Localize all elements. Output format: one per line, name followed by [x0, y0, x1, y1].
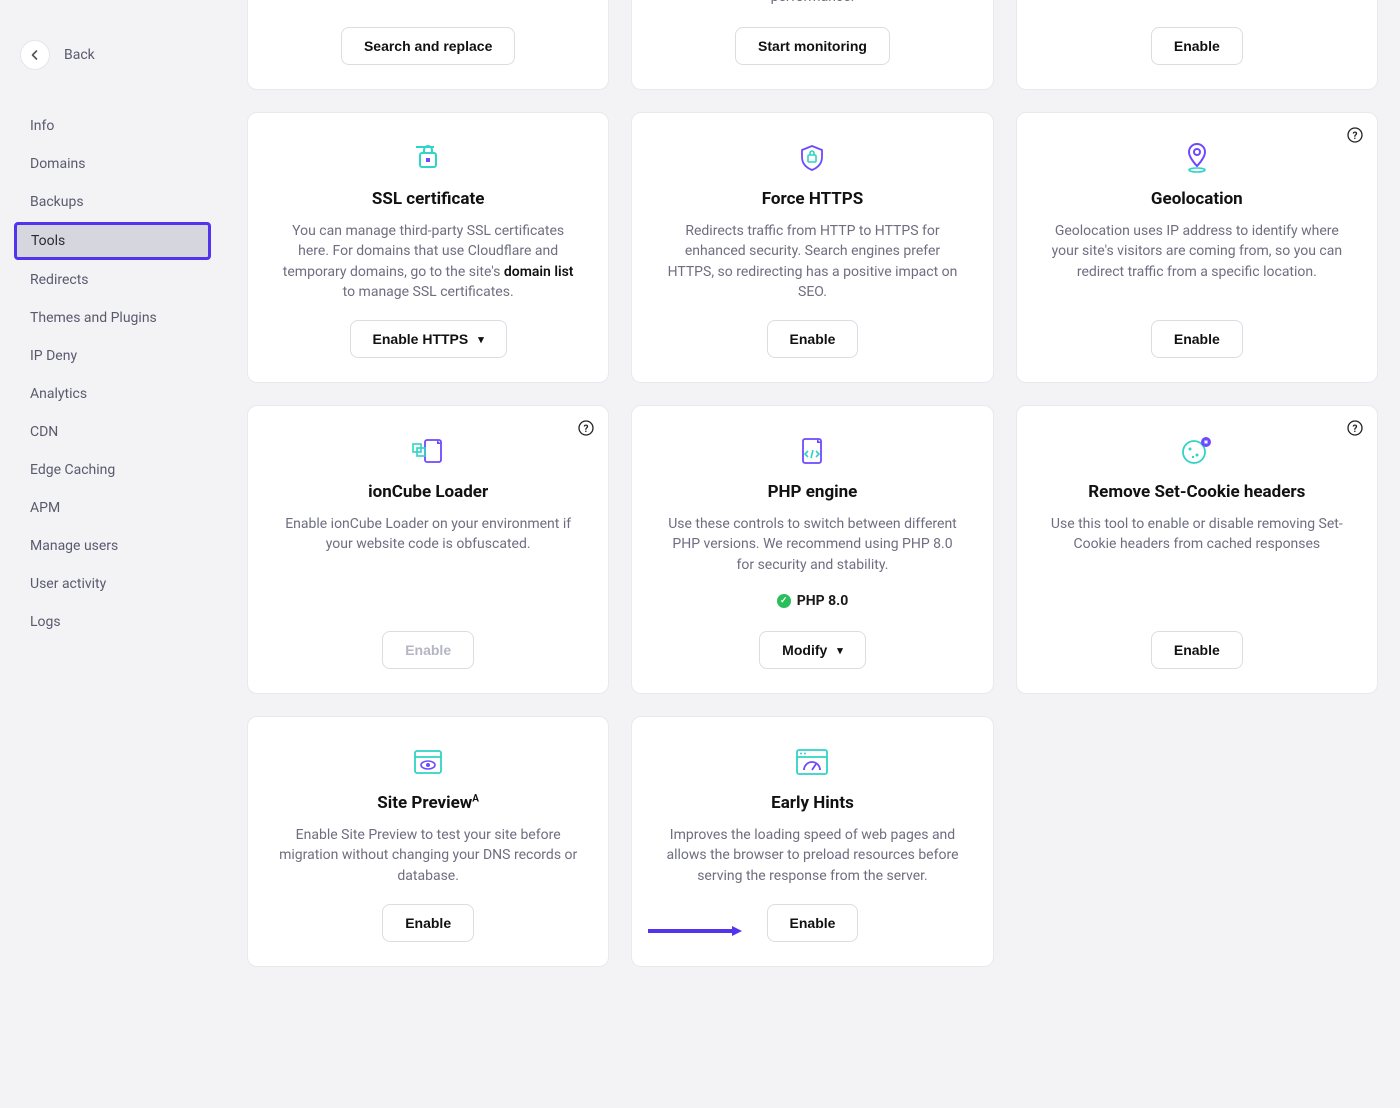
sidebar: Back Info Domains Backups Tools Redirect…	[0, 0, 225, 1108]
card-title: SSL certificate	[372, 189, 485, 209]
sidebar-item-logs[interactable]: Logs	[14, 604, 211, 640]
sidebar-item-user-activity[interactable]: User activity	[14, 566, 211, 602]
sidebar-item-apm[interactable]: APM	[14, 490, 211, 526]
chevron-down-icon: ▾	[478, 333, 484, 346]
enable-button[interactable]: Enable	[1151, 27, 1243, 65]
card-early-hints: Early Hints Improves the loading speed o…	[631, 716, 993, 967]
shield-lock-icon	[797, 141, 827, 175]
sidebar-item-edge-caching[interactable]: Edge Caching	[14, 452, 211, 488]
sidebar-item-cdn[interactable]: CDN	[14, 414, 211, 450]
cube-file-icon	[409, 434, 447, 468]
help-icon[interactable]: ?	[578, 420, 594, 436]
enable-button[interactable]: Enable	[1151, 631, 1243, 669]
card-desc: Redirects traffic from HTTP to HTTPS for…	[662, 221, 962, 302]
help-icon[interactable]: ?	[1347, 127, 1363, 143]
annotation-arrow-icon	[648, 926, 742, 934]
card-title: Remove Set-Cookie headers	[1088, 482, 1305, 502]
sidebar-item-analytics[interactable]: Analytics	[14, 376, 211, 412]
cookie-remove-icon	[1180, 434, 1214, 468]
card-title: Early Hints	[771, 793, 854, 813]
browser-eye-icon	[411, 745, 445, 779]
chevron-down-icon: ▾	[837, 644, 843, 657]
tools-grid: pain. Search and replace your website. U…	[247, 0, 1378, 967]
card-title: PHP engine	[768, 482, 858, 502]
card-desc: pain.	[413, 0, 443, 1]
enable-button[interactable]: Enable	[1151, 320, 1243, 358]
sidebar-item-tools[interactable]: Tools	[14, 222, 211, 260]
card-title: ionCube Loader	[368, 482, 488, 502]
svg-text:?: ?	[1353, 131, 1358, 142]
check-circle-icon: ✓	[777, 594, 791, 608]
sidebar-item-info[interactable]: Info	[14, 108, 211, 144]
sidebar-nav: Info Domains Backups Tools Redirects The…	[14, 108, 211, 640]
card-desc: Geolocation uses IP address to identify …	[1047, 221, 1347, 282]
card-search-replace: pain. Search and replace	[247, 0, 609, 90]
browser-speed-icon	[793, 745, 831, 779]
sidebar-item-manage-users[interactable]: Manage users	[14, 528, 211, 564]
card-desc: your website. Use with care as it impact…	[662, 0, 962, 8]
card-desc: Improves the loading speed of web pages …	[662, 825, 962, 886]
card-title: Site PreviewA	[377, 793, 479, 813]
svg-text:?: ?	[584, 424, 589, 435]
sidebar-item-backups[interactable]: Backups	[14, 184, 211, 220]
sidebar-item-themes-plugins[interactable]: Themes and Plugins	[14, 300, 211, 336]
enable-button[interactable]: Enable	[767, 320, 859, 358]
card-desc: Enable ionCube Loader on your environmen…	[278, 514, 578, 555]
domain-list-link[interactable]: domain list	[504, 264, 574, 280]
enable-button[interactable]: Enable	[382, 904, 474, 942]
card-desc: Use this tool to enable or disable remov…	[1047, 514, 1347, 555]
card-ioncube-loader: ? ionCube Loader Enable ionCube Loader o…	[247, 405, 609, 694]
card-desc: Enable Site Preview to test your site be…	[278, 825, 578, 886]
card-ssl-certificate: SSL certificate You can manage third-par…	[247, 112, 609, 383]
card-top-enable: Enable	[1016, 0, 1378, 90]
back-button[interactable]: Back	[14, 40, 211, 70]
php-status: ✓ PHP 8.0	[777, 593, 849, 609]
php-version-label: PHP 8.0	[797, 593, 849, 609]
lock-cert-icon	[410, 141, 446, 175]
map-pin-icon	[1182, 141, 1212, 175]
search-replace-button[interactable]: Search and replace	[341, 27, 515, 65]
enable-https-dropdown[interactable]: Enable HTTPS ▾	[350, 320, 507, 358]
enable-button[interactable]: Enable	[767, 904, 859, 942]
card-monitoring: your website. Use with care as it impact…	[631, 0, 993, 90]
modify-dropdown[interactable]: Modify ▾	[759, 631, 866, 669]
help-icon[interactable]: ?	[1347, 420, 1363, 436]
sidebar-item-ip-deny[interactable]: IP Deny	[14, 338, 211, 374]
arrow-left-icon	[20, 40, 50, 70]
card-geolocation: ? Geolocation Geolocation uses IP addres…	[1016, 112, 1378, 383]
enable-button: Enable	[382, 631, 474, 669]
code-file-icon	[797, 434, 827, 468]
card-desc: Use these controls to switch between dif…	[662, 514, 962, 575]
card-title: Geolocation	[1151, 189, 1243, 209]
card-php-engine: PHP engine Use these controls to switch …	[631, 405, 993, 694]
card-force-https: Force HTTPS Redirects traffic from HTTP …	[631, 112, 993, 383]
card-remove-set-cookie: ? Remove Set-Cookie headers Use this too…	[1016, 405, 1378, 694]
main-content: pain. Search and replace your website. U…	[225, 0, 1400, 1108]
svg-text:?: ?	[1353, 424, 1358, 435]
start-monitoring-button[interactable]: Start monitoring	[735, 27, 890, 65]
card-site-preview: Site PreviewA Enable Site Preview to tes…	[247, 716, 609, 967]
sidebar-item-domains[interactable]: Domains	[14, 146, 211, 182]
card-desc: You can manage third-party SSL certifica…	[278, 221, 578, 302]
back-label: Back	[64, 47, 95, 63]
card-title: Force HTTPS	[762, 189, 863, 209]
sidebar-item-redirects[interactable]: Redirects	[14, 262, 211, 298]
